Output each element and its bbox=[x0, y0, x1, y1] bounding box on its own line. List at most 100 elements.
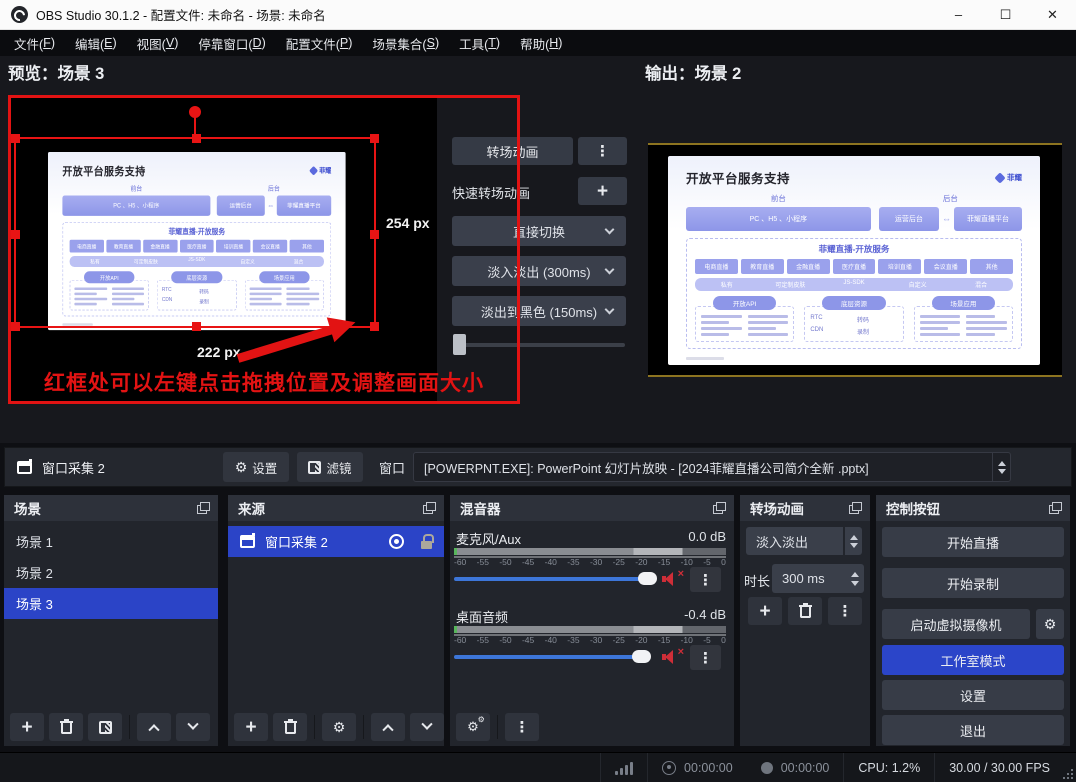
minimize-button[interactable]: – bbox=[935, 0, 982, 29]
add-transition-button[interactable]: + bbox=[748, 597, 782, 625]
popout-icon[interactable] bbox=[197, 502, 210, 514]
toolbar-separator bbox=[363, 715, 364, 739]
studio-mode-button[interactable]: 工作室模式 bbox=[882, 645, 1064, 675]
record-timer: 00:00:00 bbox=[747, 761, 844, 775]
add-scene-button[interactable]: + bbox=[10, 713, 44, 741]
spin-down-icon bbox=[851, 581, 859, 586]
slide-badge: 底层资源 bbox=[822, 296, 886, 310]
move-scene-up-button[interactable] bbox=[137, 713, 171, 741]
menu-item[interactable]: 文件(F) bbox=[4, 30, 65, 56]
volume-slider-handle[interactable] bbox=[632, 650, 651, 663]
menu-item[interactable]: 视图(V) bbox=[127, 30, 189, 56]
channel-menu-button[interactable]: ⋮ bbox=[690, 645, 721, 670]
slide-logo-icon bbox=[994, 172, 1005, 183]
close-button[interactable]: ✕ bbox=[1029, 0, 1076, 29]
transition-properties-button[interactable]: ⋮ bbox=[828, 597, 862, 625]
chevron-down-icon bbox=[187, 719, 198, 730]
mixer-channel-name: 桌面音频 bbox=[456, 607, 508, 626]
transition-select[interactable]: 淡入淡出 bbox=[746, 527, 843, 555]
resize-grip[interactable] bbox=[1064, 770, 1073, 779]
popout-icon[interactable] bbox=[423, 502, 436, 514]
plus-icon: + bbox=[759, 602, 770, 621]
window-title: OBS Studio 30.1.2 - 配置文件: 未命名 - 场景: 未命名 bbox=[36, 5, 326, 24]
popout-icon[interactable] bbox=[1049, 502, 1062, 514]
remove-transition-button[interactable] bbox=[788, 597, 822, 625]
source-filters-button[interactable]: 滤镜 bbox=[297, 452, 363, 482]
scene-filters-button[interactable] bbox=[88, 713, 122, 741]
slide-open-services: 菲耀直播-开放服务 电商直播教育直播金融直播医疗直播培训直播会议直播其他 私有可… bbox=[686, 238, 1022, 349]
fps-indicator: 30.00 / 30.00 FPS bbox=[935, 761, 1064, 775]
annotation-caption: 红框处可以左键点击拖拽位置及调整画面大小 bbox=[12, 367, 516, 397]
kebab-icon: ⋮ bbox=[595, 142, 610, 160]
slide-program: 开放平台服务支持 菲耀 前台 PC 、H5 、小程序 后台 运营后台 ⇔ 菲耀直… bbox=[668, 156, 1040, 365]
popout-icon[interactable] bbox=[849, 502, 862, 514]
menu-item[interactable]: 场景集合(S) bbox=[362, 30, 449, 56]
channel-menu-button[interactable]: ⋮ bbox=[690, 567, 721, 592]
remove-source-button[interactable] bbox=[273, 713, 307, 741]
transition-menu-button[interactable]: ⋮ bbox=[578, 137, 627, 165]
transitions-dock: 转场动画 淡入淡出 时长 300 ms + ⋮ bbox=[740, 495, 870, 746]
add-quick-transition-button[interactable]: + bbox=[578, 177, 627, 205]
transition-select-spinner[interactable] bbox=[844, 527, 862, 555]
menu-bar: 文件(F)编辑(E)视图(V)停靠窗口(D)配置文件(P)场景集合(S)工具(T… bbox=[0, 30, 1076, 56]
virtual-cam-config-button[interactable]: ⚙ bbox=[1036, 609, 1064, 639]
transitions-dock-header: 转场动画 bbox=[740, 495, 870, 521]
slide-bar-segment: 混合 bbox=[949, 278, 1013, 291]
menu-item[interactable]: 帮助(H) bbox=[510, 30, 572, 56]
slide-bar-segment: JS-SDK bbox=[822, 278, 886, 291]
menu-item[interactable]: 停靠窗口(D) bbox=[188, 30, 275, 56]
popout-icon[interactable] bbox=[713, 502, 726, 514]
source-properties-button[interactable]: ⚙ bbox=[322, 713, 356, 741]
mixer-menu-button[interactable]: ⋮ bbox=[505, 713, 539, 741]
chevron-down-icon bbox=[605, 225, 615, 235]
kebab-icon: ⋮ bbox=[515, 718, 530, 736]
spin-up-icon bbox=[850, 535, 858, 540]
scene-item-2[interactable]: 场景 2 bbox=[4, 557, 218, 588]
combo-spinner[interactable] bbox=[992, 453, 1010, 481]
slide-app-box: 培训直播 bbox=[878, 259, 921, 274]
program-label: 输出：场景 2 bbox=[645, 60, 741, 84]
mute-icon[interactable]: × bbox=[662, 650, 682, 664]
mute-icon[interactable]: × bbox=[662, 572, 682, 586]
menu-item[interactable]: 编辑(E) bbox=[65, 30, 127, 56]
broadcast-icon bbox=[662, 761, 676, 775]
start-recording-button[interactable]: 开始录制 bbox=[882, 568, 1064, 598]
gear-icon: ⚙ bbox=[235, 460, 248, 474]
advanced-audio-button[interactable]: ⚙⚙ bbox=[456, 713, 490, 741]
scene-item-3-selected[interactable]: 场景 3 bbox=[4, 588, 218, 619]
cpu-usage: CPU: 1.2% bbox=[844, 761, 934, 775]
move-source-down-button[interactable] bbox=[410, 713, 444, 741]
volume-slider-track[interactable] bbox=[454, 655, 636, 659]
volume-slider-track[interactable] bbox=[454, 577, 642, 581]
start-streaming-button[interactable]: 开始直播 bbox=[882, 527, 1064, 557]
scene-item-1[interactable]: 场景 1 bbox=[4, 526, 218, 557]
toolbar-separator bbox=[314, 715, 315, 739]
scenes-dock-header: 场景 bbox=[4, 495, 218, 521]
slide-app-box: 金融直播 bbox=[787, 259, 830, 274]
duration-spinbox[interactable]: 300 ms bbox=[772, 564, 864, 593]
menu-item[interactable]: 工具(T) bbox=[449, 30, 510, 56]
gears-icon: ⚙⚙ bbox=[467, 719, 479, 735]
chevron-up-icon bbox=[148, 724, 159, 735]
exit-button[interactable]: 退出 bbox=[882, 715, 1064, 745]
source-settings-button[interactable]: ⚙设置 bbox=[223, 452, 289, 482]
chevron-down-icon bbox=[605, 305, 615, 315]
source-item-selected[interactable]: 窗口采集 2 bbox=[228, 526, 444, 557]
window-select-combo[interactable]: [POWERPNT.EXE]: PowerPoint 幻灯片放映 - [2024… bbox=[413, 452, 1011, 482]
toolbar-separator bbox=[497, 715, 498, 739]
lock-icon[interactable] bbox=[421, 534, 432, 549]
move-scene-down-button[interactable] bbox=[176, 713, 210, 741]
window-select-label: 窗口 bbox=[379, 458, 405, 477]
settings-button[interactable]: 设置 bbox=[882, 680, 1064, 710]
move-source-up-button[interactable] bbox=[371, 713, 405, 741]
stream-timer: 00:00:00 bbox=[648, 761, 747, 775]
remove-scene-button[interactable] bbox=[49, 713, 83, 741]
slide-app-box: 医疗直播 bbox=[833, 259, 876, 274]
start-virtual-cam-button[interactable]: 启动虚拟摄像机 bbox=[882, 609, 1030, 639]
volume-slider-handle[interactable] bbox=[638, 572, 657, 585]
visibility-icon[interactable] bbox=[389, 534, 404, 549]
maximize-button[interactable]: ☐ bbox=[982, 0, 1029, 29]
add-source-button[interactable]: + bbox=[234, 713, 268, 741]
kebab-icon: ⋮ bbox=[698, 649, 713, 667]
menu-item[interactable]: 配置文件(P) bbox=[276, 30, 363, 56]
